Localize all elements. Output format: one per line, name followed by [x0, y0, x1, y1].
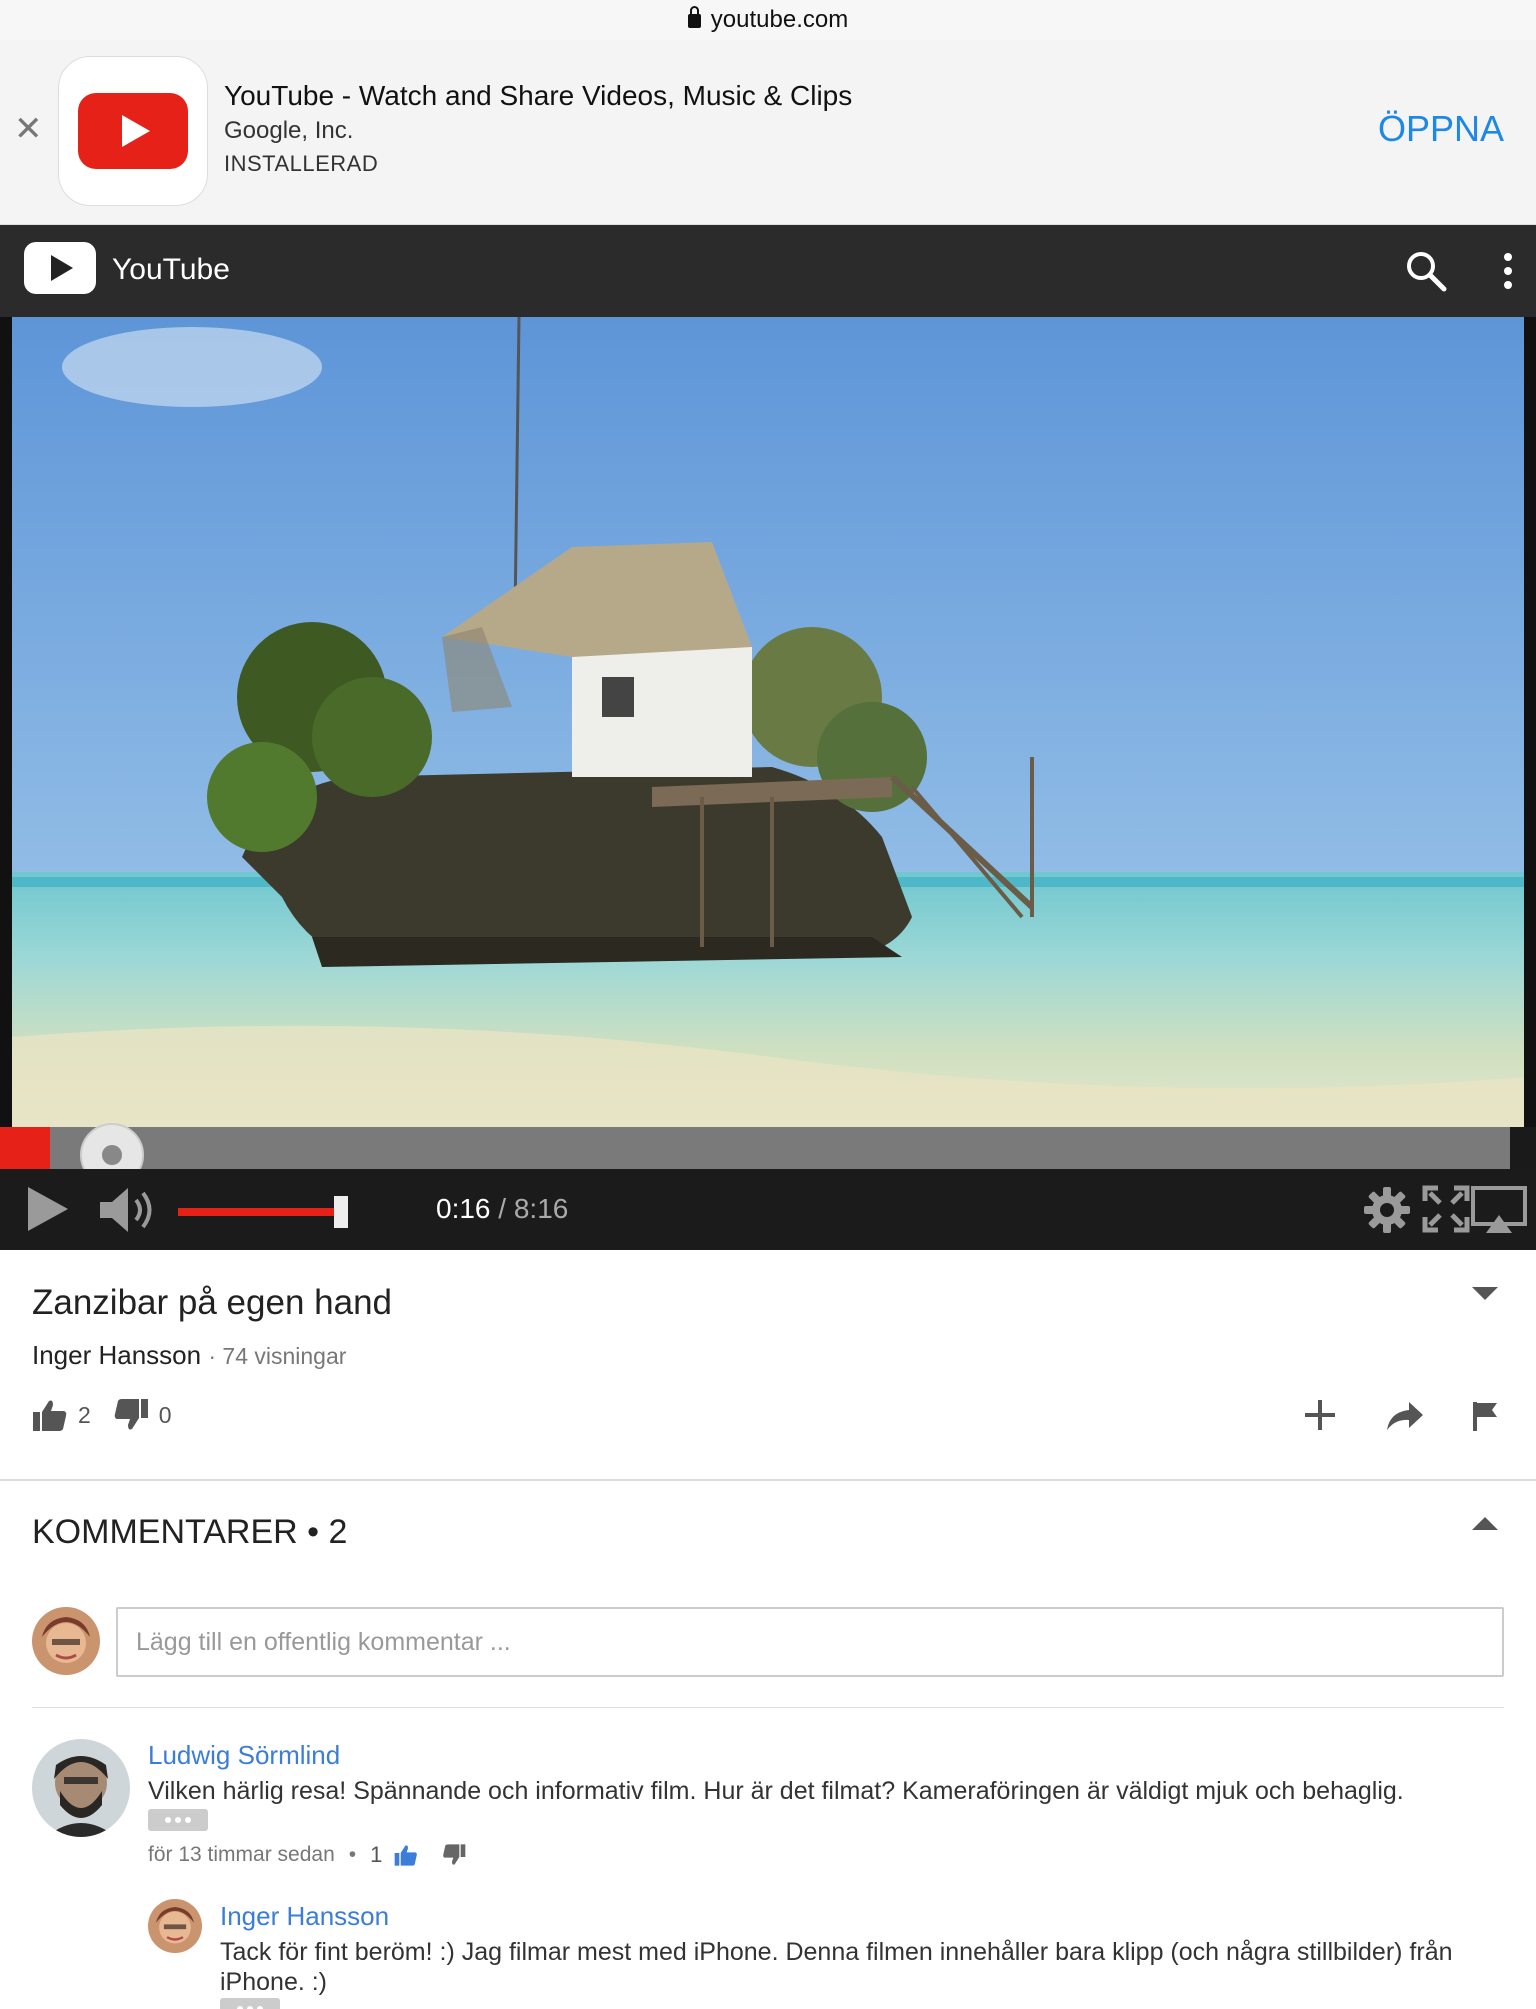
url-domain: youtube.com — [710, 6, 849, 33]
volume-slider[interactable] — [178, 1208, 338, 1216]
comments-header: KOMMENTARER • 2 — [32, 1513, 348, 1551]
time-display: 0:16 / 8:16 — [436, 1193, 568, 1225]
player-controls: 0:16 / 8:16 — [0, 1169, 1536, 1250]
comment-thumbs-up-icon[interactable] — [394, 1843, 418, 1867]
thumbs-down-icon[interactable] — [113, 1397, 149, 1433]
video-thumbnail-image — [12, 317, 1524, 1127]
open-app-button[interactable]: ÖPPNA — [1378, 108, 1504, 150]
more-vert-icon[interactable] — [1502, 249, 1514, 293]
channel-line: Inger Hansson · 74 visningar — [32, 1340, 347, 1370]
youtube-logo-icon[interactable] — [24, 242, 96, 294]
volume-level — [178, 1208, 335, 1216]
reply-avatar[interactable] — [148, 1899, 202, 1953]
comment-timestamp: för 13 timmar sedan — [148, 1843, 335, 1866]
channel-name[interactable]: Inger Hansson — [32, 1340, 201, 1370]
collapse-comments-icon[interactable] — [1472, 1517, 1498, 1530]
app-install-banner: ✕ YouTube - Watch and Share Videos, Musi… — [0, 40, 1536, 225]
comment-thumbs-down-icon[interactable] — [442, 1843, 466, 1867]
volume-icon[interactable] — [98, 1185, 160, 1235]
volume-slider-handle[interactable] — [334, 1196, 348, 1228]
section-divider — [0, 1479, 1536, 1481]
commenter-avatar[interactable] — [32, 1739, 130, 1837]
settings-gear-icon[interactable] — [1362, 1185, 1412, 1235]
banner-install-status: INSTALLERAD — [224, 151, 379, 176]
comment-author[interactable]: Ludwig Sörmlind — [148, 1740, 340, 1771]
total-time: / 8:16 — [498, 1193, 569, 1224]
like-count: 2 — [78, 1401, 91, 1428]
comment-text: Vilken härlig resa! Spännande och inform… — [148, 1777, 1404, 1805]
comment-input[interactable] — [116, 1607, 1504, 1677]
view-count: 74 visningar — [222, 1343, 347, 1369]
video-frame[interactable] — [12, 317, 1524, 1127]
fullscreen-icon[interactable] — [1422, 1185, 1470, 1233]
url-bar[interactable]: youtube.com — [0, 0, 1536, 40]
airplay-icon[interactable] — [1470, 1185, 1528, 1235]
progress-track — [0, 1127, 1510, 1169]
video-player: 0:16 / 8:16 — [0, 317, 1536, 1250]
banner-publisher: Google, Inc. — [224, 117, 354, 144]
youtube-header: YouTube — [0, 225, 1536, 317]
banner-app-title: YouTube - Watch and Share Videos, Music … — [224, 80, 853, 111]
reply-text: Tack för fint beröm! :) Jag filmar mest … — [220, 1938, 1453, 1996]
dislike-count: 0 — [158, 1401, 172, 1428]
header-title[interactable]: YouTube — [112, 253, 230, 287]
current-user-avatar — [32, 1607, 100, 1675]
comment-like-count: 1 — [370, 1842, 383, 1867]
reply-read-more-button[interactable] — [220, 1998, 280, 2009]
flag-icon[interactable] — [1471, 1400, 1501, 1432]
youtube-app-icon[interactable] — [58, 56, 208, 206]
progress-played — [0, 1127, 50, 1169]
reply-author[interactable]: Inger Hansson — [220, 1901, 389, 1932]
close-icon[interactable]: ✕ — [14, 112, 43, 146]
add-to-playlist-icon[interactable] — [1303, 1398, 1337, 1432]
play-icon[interactable] — [28, 1187, 68, 1231]
search-icon[interactable] — [1404, 249, 1448, 293]
comment-meta: för 13 timmar sedan • 1 — [148, 1842, 466, 1868]
thumbs-up-icon[interactable] — [32, 1397, 68, 1433]
video-title: Zanzibar på egen hand — [32, 1283, 392, 1322]
lock-icon — [687, 6, 701, 28]
like-dislike-row: 2 0 — [32, 1397, 172, 1433]
progress-bar[interactable] — [0, 1123, 1536, 1187]
expand-description-icon[interactable] — [1472, 1287, 1498, 1300]
comment-separator — [32, 1707, 1504, 1708]
current-time: 0:16 — [436, 1193, 491, 1224]
read-more-button[interactable] — [148, 1809, 208, 1831]
share-icon[interactable] — [1385, 1400, 1425, 1432]
